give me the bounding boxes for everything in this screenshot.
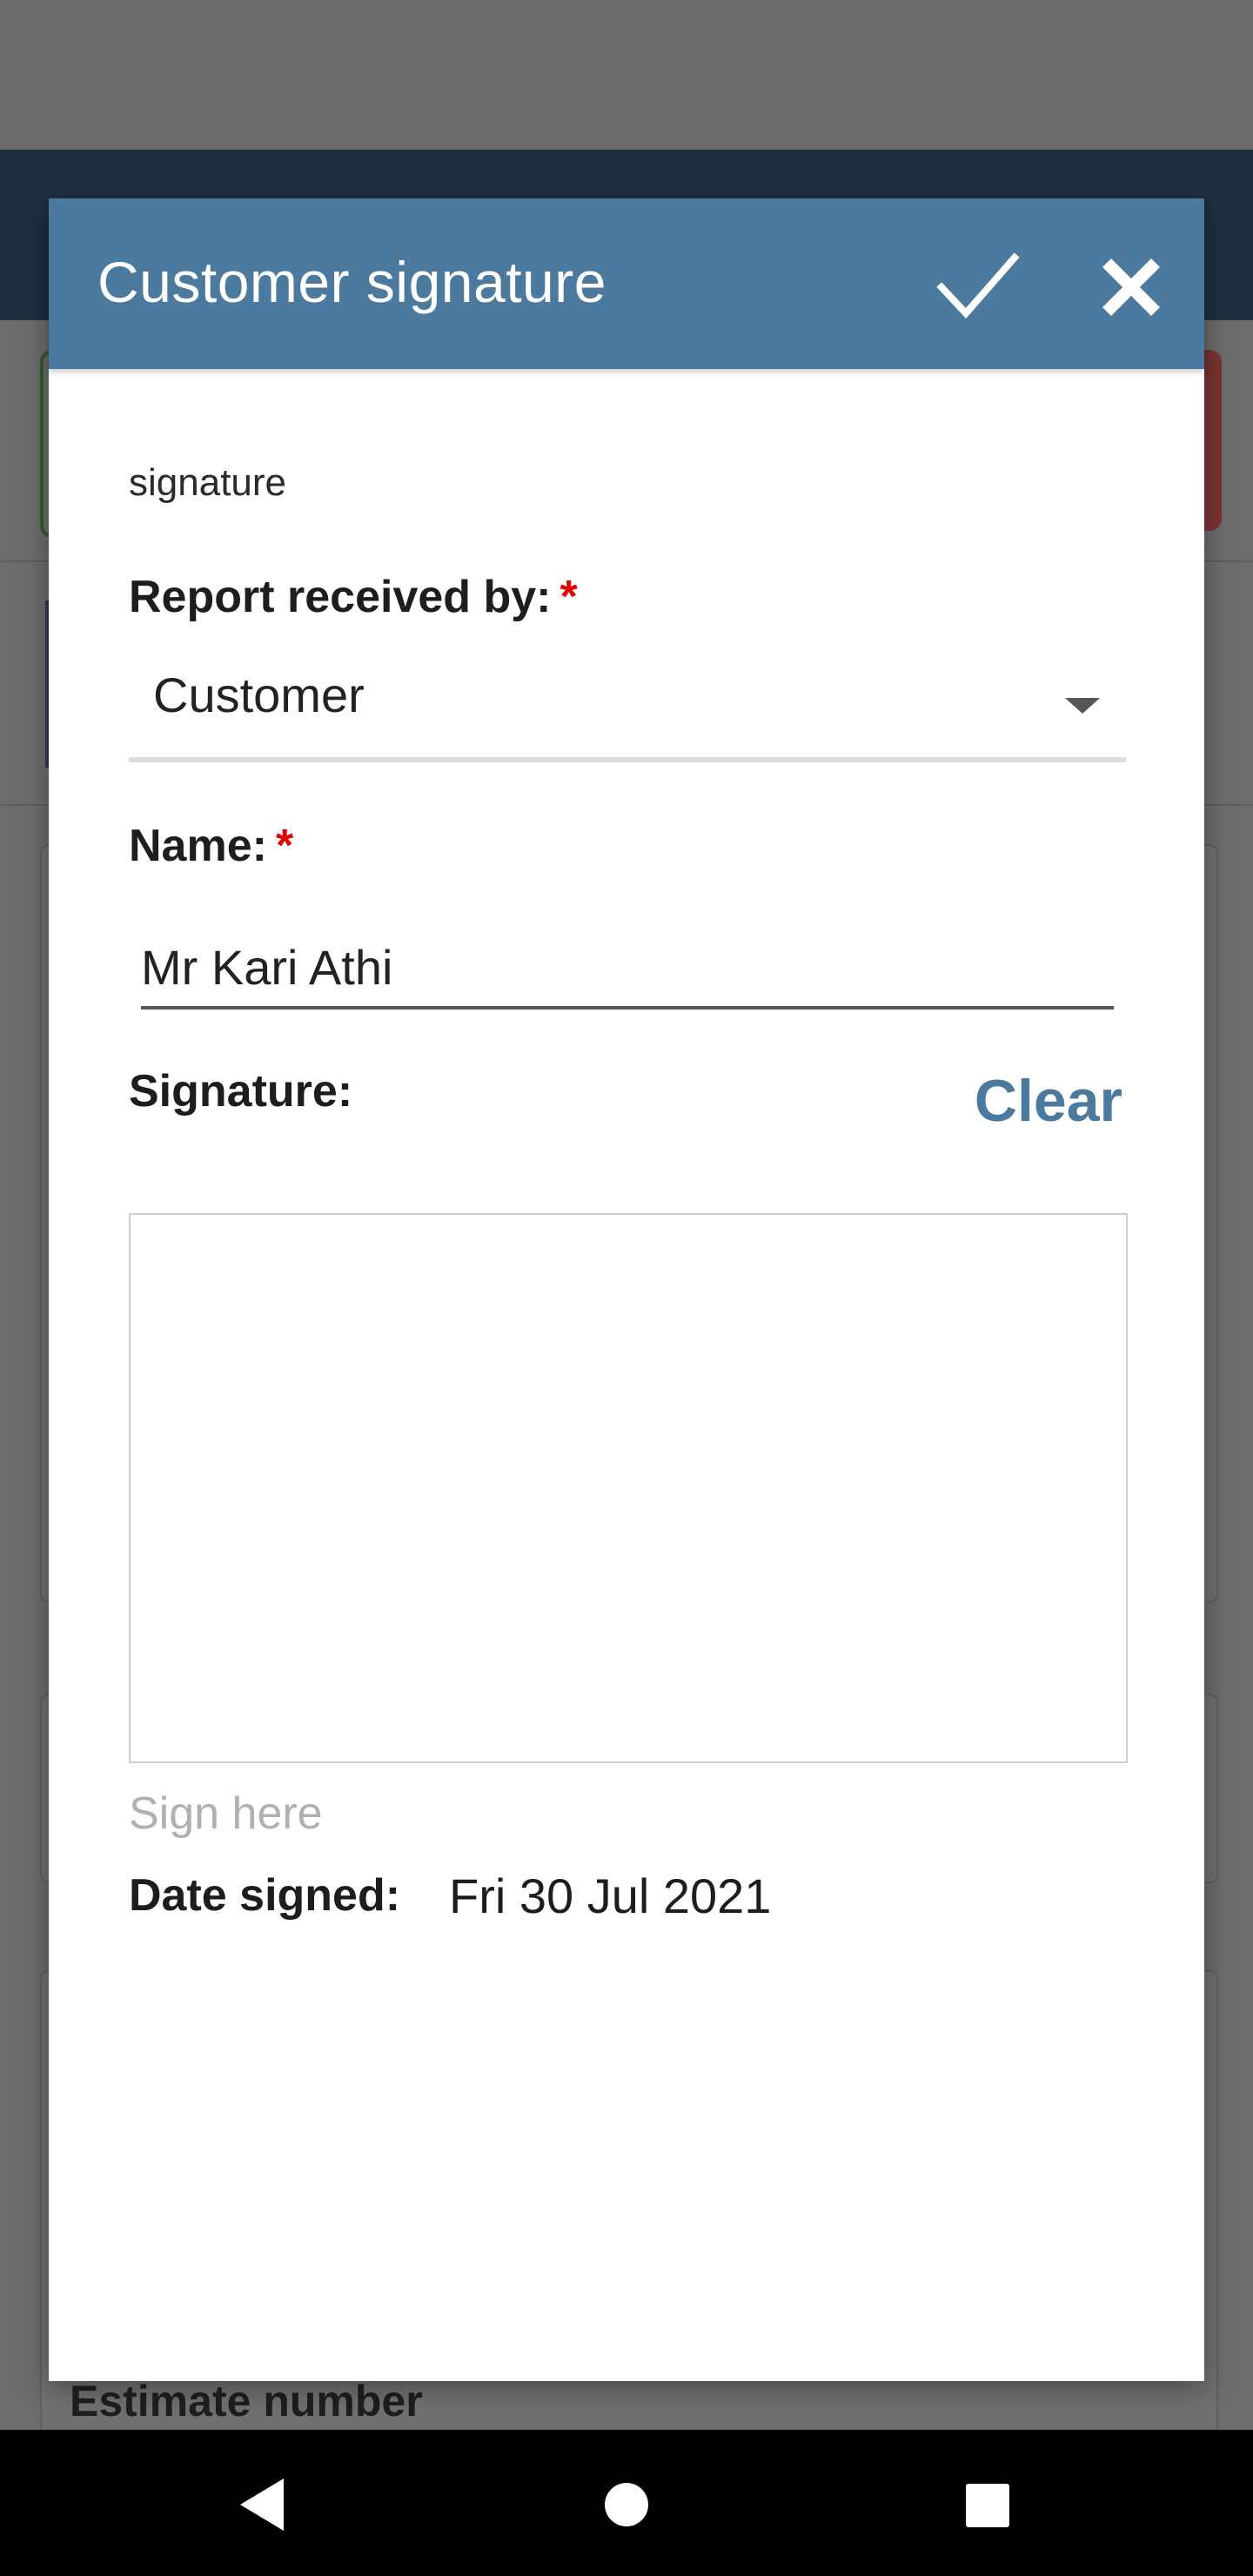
report-received-label-text: Report received by:	[129, 572, 552, 622]
status-bar	[0, 0, 1253, 150]
chevron-down-icon	[1065, 698, 1100, 714]
required-marker: *	[559, 572, 578, 622]
close-icon[interactable]	[1098, 247, 1164, 325]
back-triangle-icon[interactable]	[228, 2470, 298, 2539]
check-icon[interactable]	[936, 247, 1020, 325]
home-circle-icon[interactable]	[592, 2470, 661, 2539]
date-signed-label: Date signed:	[129, 1870, 401, 1921]
dialog-title: Customer signature	[97, 250, 606, 314]
signature-label: Signature:	[129, 1066, 353, 1117]
signature-pad[interactable]	[129, 1213, 1128, 1763]
sign-here-hint: Sign here	[129, 1788, 323, 1839]
screen: Estimate number Customer signature signa…	[0, 0, 1253, 2576]
field-caption: signature	[129, 461, 287, 504]
report-received-select[interactable]: Customer	[129, 644, 1126, 762]
name-label: Name: *	[129, 820, 293, 872]
report-received-label: Report received by: *	[129, 571, 578, 623]
recent-square-icon[interactable]	[952, 2470, 1022, 2539]
dialog-header: Customer signature	[49, 198, 1204, 369]
name-field[interactable]	[141, 928, 1114, 1010]
name-label-text: Name:	[129, 821, 267, 871]
required-marker: *	[275, 821, 294, 871]
report-received-selected-value: Customer	[153, 667, 365, 722]
date-signed-value: Fri 30 Jul 2021	[449, 1868, 772, 1923]
background-estimate-label: Estimate number	[70, 2377, 423, 2425]
clear-signature-button[interactable]: Clear	[966, 1067, 1122, 1145]
